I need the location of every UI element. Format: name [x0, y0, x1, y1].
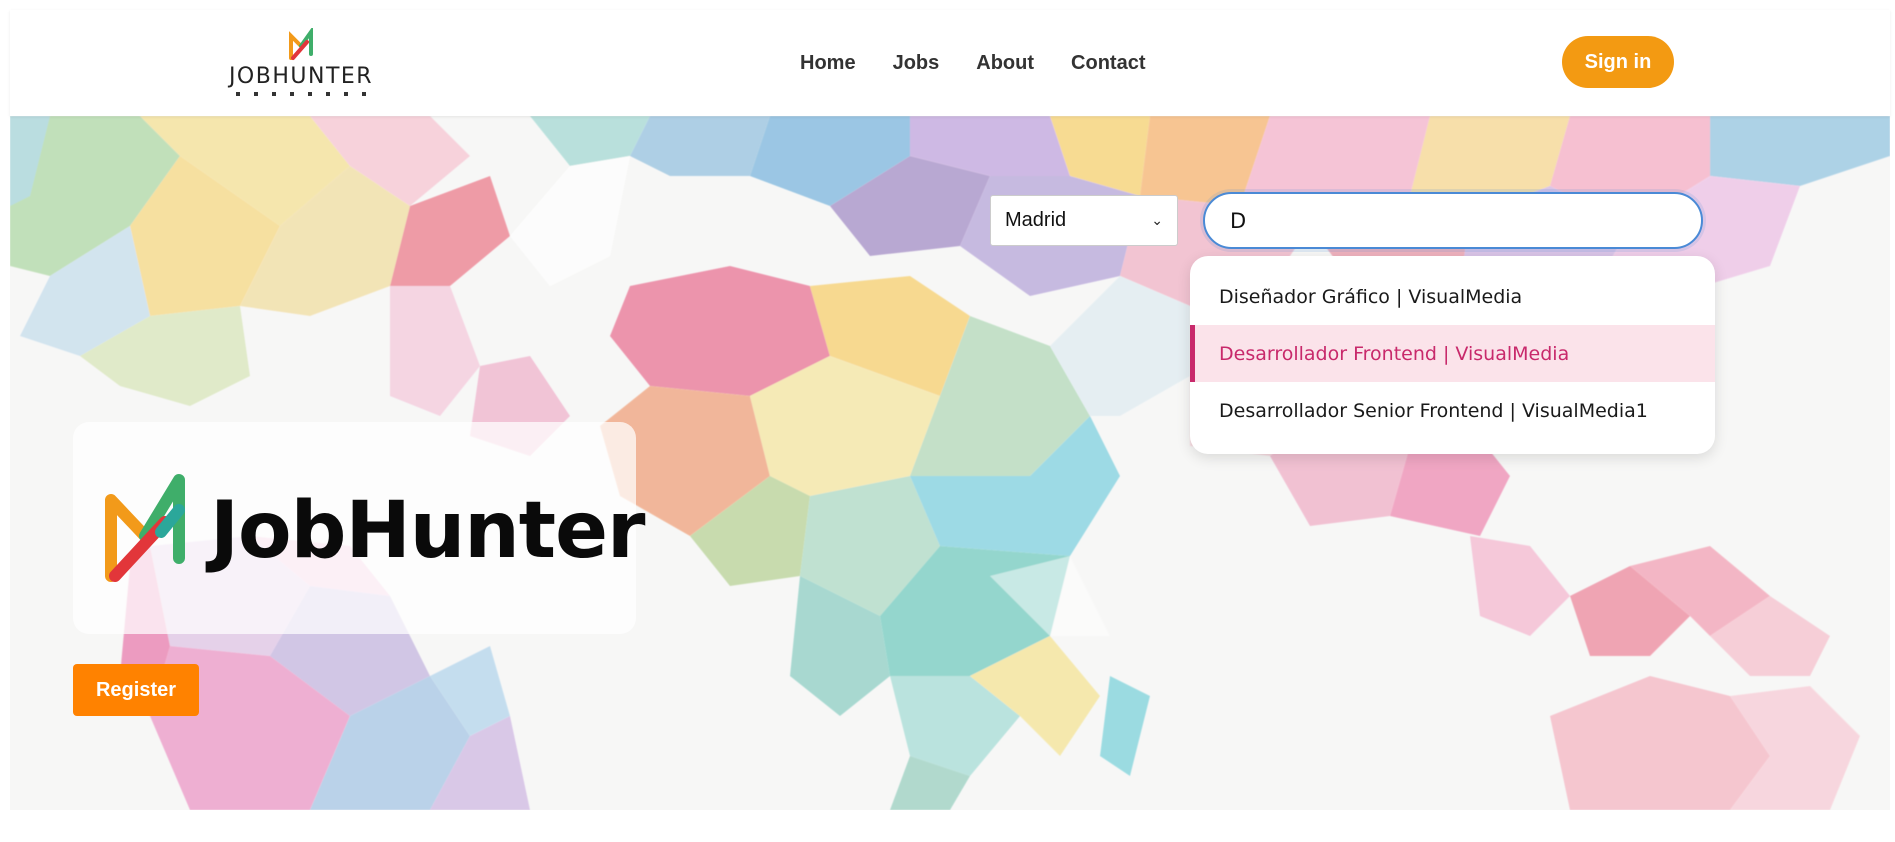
suggestion-item[interactable]: Diseñador Gráfico | VisualMedia — [1190, 268, 1715, 325]
logo-dots — [236, 92, 366, 97]
top-header: JOBHUNTER Home Jobs About Contact Sign i… — [10, 10, 1890, 116]
job-search-input[interactable] — [1203, 192, 1703, 249]
nav-about-link[interactable]: About — [976, 52, 1034, 75]
city-select-value: Madrid — [1005, 209, 1067, 231]
nav-contact-link[interactable]: Contact — [1071, 52, 1145, 75]
header-logo[interactable]: JOBHUNTER — [226, 28, 376, 108]
jobhunter-logo-icon — [289, 28, 313, 60]
main-nav: Home Jobs About Contact — [800, 52, 1145, 75]
city-select[interactable]: Madrid ⌄ — [990, 195, 1178, 246]
brand-name: JobHunter — [210, 486, 645, 576]
jobhunter-logo-icon — [105, 474, 185, 582]
register-button[interactable]: Register — [73, 664, 199, 716]
brand-card: JobHunter — [73, 422, 645, 634]
suggestion-item[interactable]: Desarrollador Senior Frontend | VisualMe… — [1190, 382, 1715, 439]
suggestion-item-highlighted[interactable]: Desarrollador Frontend | VisualMedia — [1190, 325, 1715, 382]
search-suggestions-dropdown: Diseñador Gráfico | VisualMedia Desarrol… — [1190, 256, 1715, 454]
nav-home-link[interactable]: Home — [800, 52, 856, 75]
chevron-down-icon: ⌄ — [1151, 212, 1163, 228]
nav-jobs-link[interactable]: Jobs — [893, 52, 940, 75]
sign-in-button[interactable]: Sign in — [1562, 36, 1674, 88]
logo-wordmark: JOBHUNTER — [228, 64, 374, 89]
page: JOBHUNTER Home Jobs About Contact Sign i… — [10, 10, 1890, 810]
